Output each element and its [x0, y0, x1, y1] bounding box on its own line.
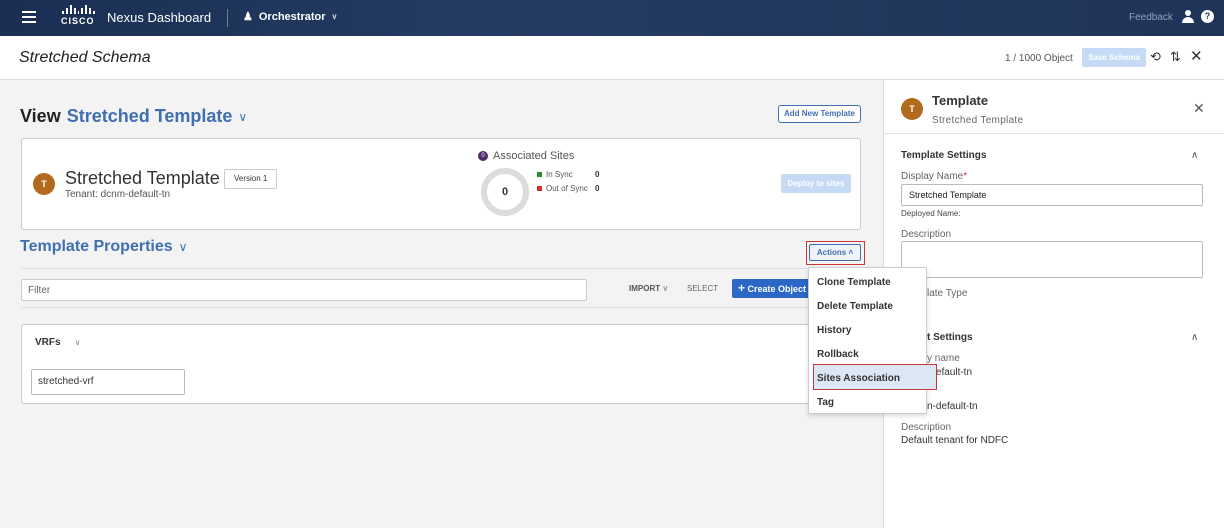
sync-icon[interactable]: ⇅ [1170, 49, 1181, 65]
menu-item-clone-template[interactable]: Clone Template [817, 277, 891, 288]
in-sync-count: 0 [595, 170, 600, 179]
template-type-label: late Type [927, 288, 968, 299]
vrfs-section: VRFs ∨ stretched-vrf [21, 324, 861, 404]
top-navbar: CISCO Nexus Dashboard ♟ Orchestrator ∨ F… [0, 0, 1224, 36]
template-card: T Stretched Template Tenant: dcnm-defaul… [21, 138, 861, 230]
out-of-sync-status: Out of Sync 0 [537, 184, 599, 193]
close-icon[interactable]: ✕ [1193, 100, 1205, 117]
tenant-description-value: Default tenant for NDFC [901, 435, 1009, 446]
chevron-up-icon: ˄ [848, 248, 854, 257]
chevron-down-icon: ∨ [331, 12, 338, 21]
help-icon[interactable]: ? [1201, 10, 1214, 23]
save-schema-button[interactable]: Save Schema [1082, 48, 1146, 67]
template-name: Stretched Template [65, 168, 220, 188]
vrf-item[interactable]: stretched-vrf [31, 369, 185, 395]
template-properties-title: Template Properties [20, 238, 173, 255]
import-dropdown[interactable]: IMPORT ∨ [629, 284, 668, 293]
vrfs-label: VRFs [35, 337, 61, 348]
tenant-settings-header: t Settings [927, 332, 973, 343]
orchestrator-icon: ♟ [243, 11, 253, 23]
display-name-label-text: Display Name [901, 171, 964, 182]
out-of-sync-count: 0 [595, 184, 600, 193]
create-object-label: Create Object [747, 284, 807, 294]
main-content: View Stretched Template ∨ Add New Templa… [0, 80, 883, 528]
divider [21, 307, 861, 308]
chevron-down-icon[interactable]: ∨ [238, 110, 247, 124]
chevron-down-icon: ∨ [74, 338, 81, 347]
version-badge: Version 1 [224, 169, 278, 189]
deploy-to-sites-button[interactable]: Deploy to sites [781, 174, 851, 193]
tenant-description-label: Description [901, 422, 952, 433]
tenant-display-name-label: y name [927, 353, 960, 364]
menu-item-delete-template[interactable]: Delete Template [817, 301, 893, 312]
chevron-up-icon[interactable]: ∧ [1191, 150, 1198, 161]
actions-button-highlight: Actions ˄ [806, 241, 865, 265]
actions-button[interactable]: Actions ˄ [809, 244, 861, 261]
import-label: IMPORT [629, 284, 661, 293]
actions-label: Actions [816, 248, 847, 257]
plus-icon: + [738, 281, 746, 295]
menu-item-history[interactable]: History [817, 325, 851, 336]
menu-item-rollback[interactable]: Rollback [817, 349, 859, 360]
associated-sites-label: Associated Sites [493, 150, 575, 162]
display-name-label: Display Name* [901, 171, 967, 182]
cisco-logo: CISCO [61, 5, 96, 29]
view-value[interactable]: Stretched Template [67, 106, 233, 127]
menu-item-sites-association-label: Sites Association [817, 373, 900, 384]
feedback-link[interactable]: Feedback [1129, 12, 1173, 23]
chevron-up-icon[interactable]: ∧ [1191, 332, 1198, 343]
create-object-button[interactable]: + Create Object [732, 279, 812, 298]
page-header: Stretched Schema 1 / 1000 Object Save Sc… [0, 36, 1224, 80]
cisco-wordmark: CISCO [61, 16, 95, 26]
out-of-sync-indicator [537, 186, 542, 191]
deployed-name-label: Deployed Name: [901, 209, 961, 218]
in-sync-indicator [537, 172, 542, 177]
divider [884, 133, 1224, 134]
template-details-panel: T Template Stretched Template ✕ Template… [883, 80, 1224, 528]
description-input[interactable] [901, 241, 1203, 278]
service-label: Orchestrator [258, 10, 326, 23]
app-title[interactable]: Nexus Dashboard [107, 10, 211, 25]
hamburger-menu-icon[interactable] [22, 11, 36, 23]
vrfs-toggle[interactable]: VRFs ∨ [35, 337, 80, 348]
display-name-input[interactable] [901, 184, 1203, 206]
close-icon[interactable]: ✕ [1190, 47, 1203, 65]
template-avatar: T [33, 173, 55, 195]
actions-menu: Clone Template Delete Template History R… [808, 267, 937, 414]
navbar-divider [227, 9, 228, 27]
panel-title: Template [932, 93, 989, 108]
in-sync-status: In Sync 0 [537, 170, 599, 179]
filter-input[interactable] [21, 279, 587, 301]
required-marker: * [963, 171, 968, 182]
template-properties-toggle[interactable]: Template Properties ∨ [20, 238, 187, 256]
template-tenant: Tenant: dcnm-default-tn [65, 189, 171, 200]
associated-sites-badge: 0 [478, 151, 488, 161]
panel-subtitle: Stretched Template [932, 115, 1024, 126]
chevron-down-icon: ∨ [662, 284, 669, 293]
associated-sites-header: 0 Associated Sites [478, 150, 574, 162]
panel-avatar: T [901, 98, 923, 120]
menu-item-tag[interactable]: Tag [817, 397, 834, 408]
view-selector[interactable]: View Stretched Template ∨ [20, 106, 247, 127]
app-root: CISCO Nexus Dashboard ♟ Orchestrator ∨ F… [0, 0, 1224, 528]
view-label: View [20, 106, 61, 126]
object-count: 1 / 1000 Object [1005, 53, 1073, 64]
select-button[interactable]: SELECT [687, 284, 718, 293]
divider [21, 268, 861, 269]
history-icon[interactable]: ⟲ [1150, 49, 1161, 65]
page-title: Stretched Schema [19, 49, 151, 66]
service-switcher[interactable]: ♟ Orchestrator ∨ [243, 10, 338, 24]
add-new-template-button[interactable]: Add New Template [778, 105, 861, 123]
tenant-name-value: n-default-tn [927, 401, 978, 412]
description-label: Description [901, 229, 952, 240]
chevron-down-icon: ∨ [178, 240, 188, 254]
out-of-sync-label: Out of Sync [546, 184, 588, 193]
associated-sites-donut: 0 [481, 168, 529, 216]
menu-item-sites-association[interactable]: Sites Association [813, 364, 937, 390]
user-icon[interactable] [1182, 10, 1194, 23]
in-sync-label: In Sync [546, 170, 573, 179]
template-settings-header: Template Settings [901, 150, 987, 161]
